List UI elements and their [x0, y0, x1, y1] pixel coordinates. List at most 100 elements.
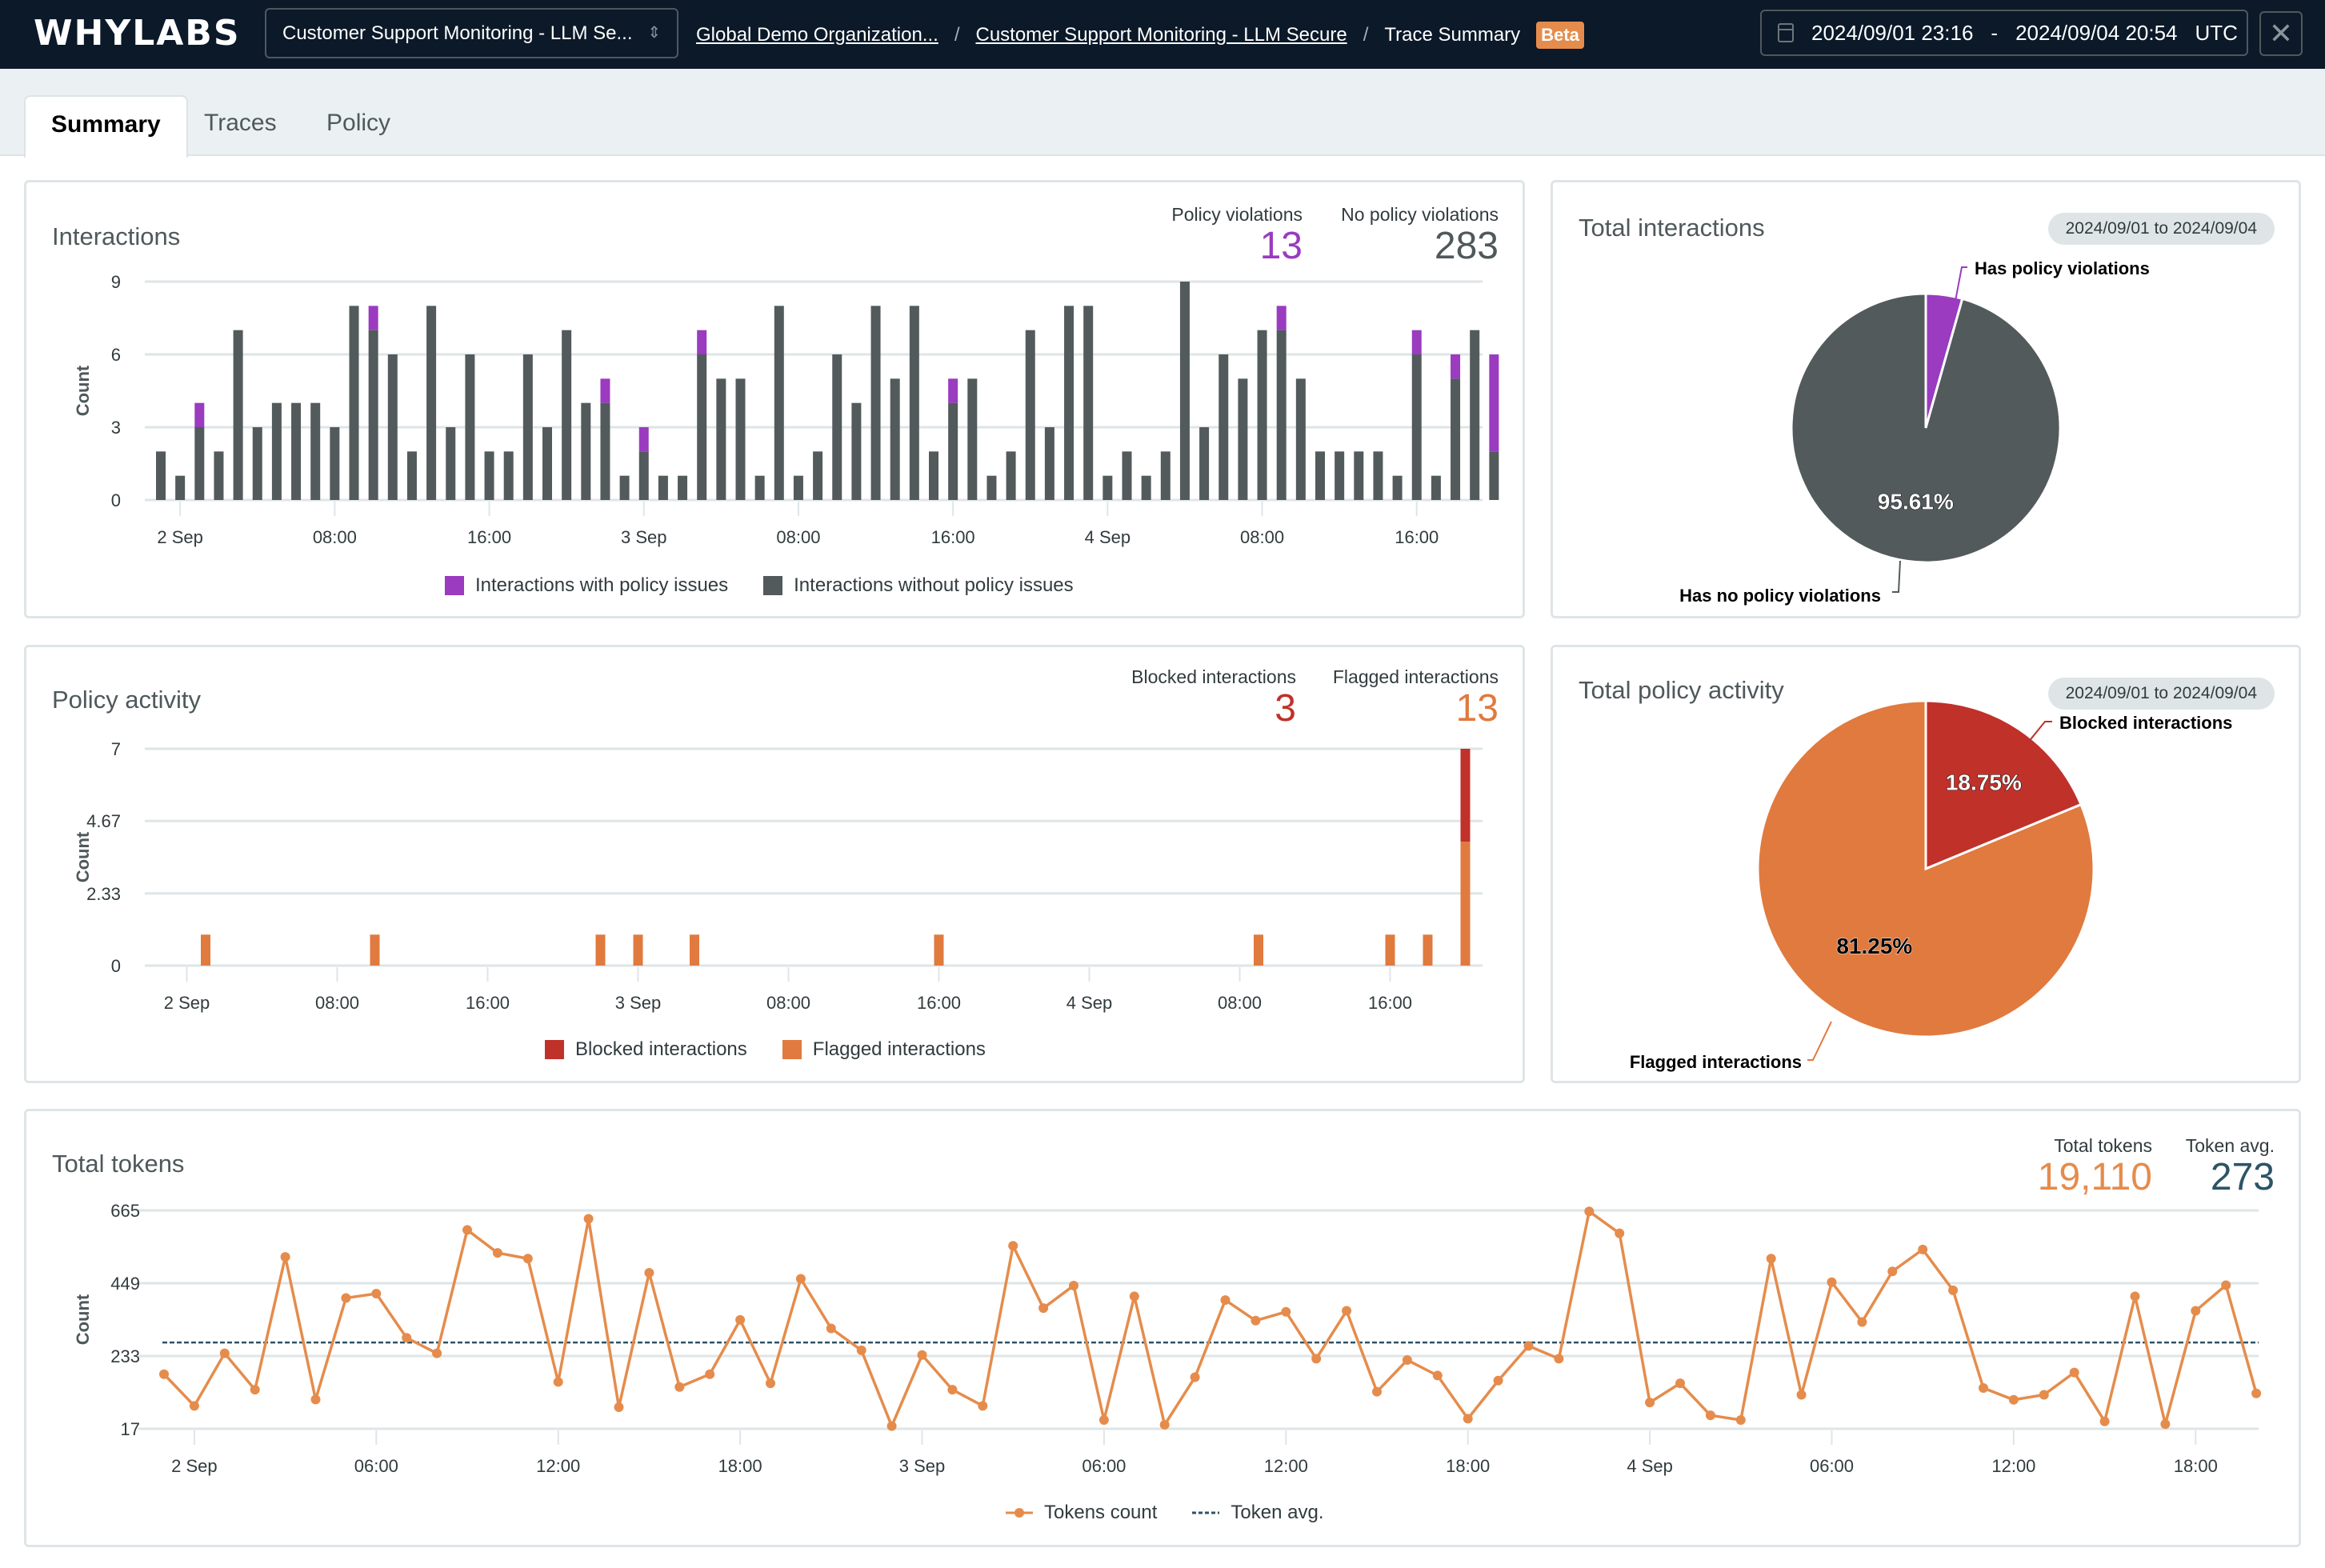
- tokens-data-point: [1523, 1341, 1534, 1351]
- tokens-data-point: [1220, 1295, 1231, 1306]
- tab-policy[interactable]: Policy: [301, 95, 416, 158]
- bar-without-policy-issues: [1064, 306, 1074, 500]
- bar-without-policy-issues: [1179, 282, 1190, 500]
- y-tick-label: 0: [111, 956, 121, 976]
- bar-without-policy-issues: [1025, 330, 1035, 500]
- bar-without-policy-issues: [465, 354, 475, 500]
- pie-slice: [1790, 292, 2062, 564]
- chart-legend: Interactions with policy issues Interact…: [445, 574, 1074, 597]
- date-end: 2024/09/04 20:54: [2015, 20, 2178, 45]
- tokens-data-point: [947, 1385, 958, 1395]
- bar-with-policy-issues: [1411, 330, 1422, 354]
- legend-item-blocked[interactable]: Blocked interactions: [545, 1038, 747, 1061]
- bar-without-policy-issues: [252, 427, 262, 500]
- bar-without-policy-issues: [1489, 451, 1499, 500]
- tab-bar: Summary Traces Policy: [0, 69, 2325, 158]
- tokens-data-point: [1251, 1315, 1261, 1326]
- resource-select-value: Customer Support Monitoring - LLM Se...: [282, 22, 633, 44]
- breadcrumb-resource[interactable]: Customer Support Monitoring - LLM Secure: [975, 24, 1347, 46]
- pie-slice-label: Has policy violations: [1975, 258, 2150, 278]
- bar-without-policy-issues: [1354, 451, 1364, 500]
- tokens-data-point: [432, 1348, 442, 1358]
- tokens-data-point: [1948, 1285, 1959, 1295]
- bar-without-policy-issues: [870, 306, 881, 500]
- bar-without-policy-issues: [330, 427, 340, 500]
- date-range-picker[interactable]: 2024/09/01 23:16 - 2024/09/04 20:54 UTC: [1760, 10, 2248, 56]
- tab-summary[interactable]: Summary: [24, 95, 188, 158]
- bar-with-policy-issues: [600, 378, 610, 403]
- bar-without-policy-issues: [735, 378, 746, 500]
- breadcrumb-organization[interactable]: Global Demo Organization...: [696, 24, 938, 46]
- tokens-data-point: [310, 1394, 321, 1405]
- x-tick-label: 08:00: [776, 527, 820, 547]
- x-tick-label: 08:00: [313, 527, 357, 547]
- bar-without-policy-issues: [542, 427, 552, 500]
- total-policy-pie-chart: 18.75% Blocked interactions 81.25% Flagged …: [1630, 699, 2232, 1072]
- tokens-data-point: [1069, 1280, 1078, 1290]
- bar-with-policy-issues: [1276, 306, 1287, 330]
- timezone: UTC: [2195, 20, 2238, 45]
- y-tick-label: 17: [121, 1419, 140, 1439]
- y-tick-label: 233: [110, 1346, 140, 1366]
- x-tick-label: 12:00: [1264, 1456, 1308, 1476]
- tokens-data-point: [1190, 1372, 1200, 1382]
- x-tick-label: 3 Sep: [615, 993, 662, 1013]
- bar-without-policy-issues: [774, 306, 784, 500]
- x-tick-label: 06:00: [1082, 1456, 1126, 1476]
- tokens-data-point: [1463, 1414, 1473, 1424]
- bar-without-policy-issues: [1411, 354, 1422, 500]
- tokens-data-point: [219, 1348, 230, 1358]
- breadcrumb-separator: /: [954, 24, 960, 46]
- top-bar: WHYLABS Customer Support Monitoring - LL…: [0, 0, 2325, 69]
- tokens-data-point: [2160, 1419, 2171, 1430]
- legend-item-tokens-count[interactable]: Tokens count: [1006, 1502, 1157, 1524]
- x-tick-label: 4 Sep: [1627, 1456, 1673, 1476]
- tokens-data-point: [1918, 1244, 1928, 1254]
- total-interactions-card: Total interactions 2024/09/01 to 2024/09…: [1551, 180, 2301, 618]
- x-tick-label: 16:00: [466, 993, 510, 1013]
- tokens-data-point: [795, 1274, 806, 1284]
- bar-without-policy-issues: [581, 402, 591, 500]
- bar-without-policy-issues: [1238, 378, 1248, 500]
- whylabs-logo[interactable]: WHYLABS: [34, 13, 241, 54]
- tokens-data-point: [826, 1323, 836, 1334]
- bar-without-policy-issues: [678, 475, 688, 500]
- bar-flagged: [690, 934, 699, 966]
- legend-item-token-avg[interactable]: Token avg.: [1192, 1502, 1324, 1524]
- tokens-data-point: [1008, 1241, 1018, 1251]
- tokens-data-point: [583, 1214, 594, 1224]
- chevron-up-down-icon: ⇕: [647, 24, 661, 42]
- bar-without-policy-issues: [1335, 451, 1345, 500]
- bar-without-policy-issues: [716, 378, 726, 500]
- dashed-line-icon: [1192, 1511, 1220, 1514]
- tokens-data-point: [1432, 1370, 1443, 1381]
- tokens-data-point: [644, 1267, 654, 1278]
- interactions-card: Interactions Policy violations 13 No pol…: [24, 180, 1525, 618]
- tokens-data-point: [856, 1345, 866, 1355]
- tab-traces[interactable]: Traces: [178, 95, 302, 158]
- bar-without-policy-issues: [948, 402, 958, 500]
- legend-swatch: [545, 1040, 564, 1059]
- tokens-data-point: [2069, 1367, 2079, 1378]
- legend-label: Flagged interactions: [812, 1038, 986, 1060]
- tokens-data-point: [1735, 1415, 1746, 1426]
- y-tick-label: 6: [111, 345, 121, 365]
- bar-without-policy-issues: [349, 306, 359, 500]
- legend-item-flagged[interactable]: Flagged interactions: [782, 1038, 986, 1061]
- bar-without-policy-issues: [368, 330, 378, 500]
- close-icon[interactable]: ✕: [2259, 11, 2303, 56]
- legend-item-without-policy-issues[interactable]: Interactions without policy issues: [763, 574, 1074, 597]
- x-tick-label: 16:00: [1395, 527, 1439, 547]
- tokens-data-point: [1342, 1306, 1352, 1316]
- resource-select[interactable]: Customer Support Monitoring - LLM Se... …: [265, 8, 678, 58]
- tokens-data-point: [978, 1401, 988, 1411]
- bar-flagged: [633, 934, 643, 966]
- bar-without-policy-issues: [503, 451, 514, 500]
- tokens-data-point: [371, 1289, 382, 1299]
- bar-flagged: [370, 934, 380, 966]
- tokens-data-point: [886, 1421, 897, 1431]
- legend-item-with-policy-issues[interactable]: Interactions with policy issues: [445, 574, 728, 597]
- pie-slice-label: Blocked interactions: [2059, 713, 2232, 733]
- tokens-data-point: [1372, 1386, 1382, 1397]
- y-tick-label: 449: [110, 1274, 140, 1294]
